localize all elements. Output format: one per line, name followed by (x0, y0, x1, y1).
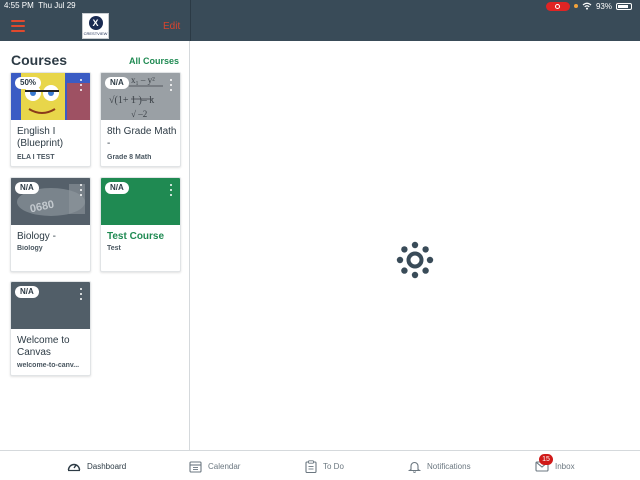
grade-badge: 50% (15, 77, 42, 89)
course-code: Grade 8 Math (107, 154, 152, 161)
todo-icon (305, 459, 317, 473)
svg-text:√(1+ 1 )– k: √(1+ 1 )– k (109, 95, 154, 106)
course-card[interactable]: N/A Test Course Test (100, 177, 181, 272)
tab-inbox-label: Inbox (555, 461, 575, 471)
grade-badge: N/A (105, 182, 129, 194)
tab-notifications-label: Notifications (427, 461, 471, 471)
tab-calendar[interactable]: Calendar (189, 458, 240, 474)
courses-pane: Courses All Courses 50% English I (Bluep… (0, 41, 190, 450)
course-color-block: N/A (101, 178, 180, 225)
card-options-icon[interactable] (168, 184, 174, 196)
lab-equipment-image: 0680 N/A (11, 178, 90, 225)
course-code: welcome-to-canv... (17, 362, 80, 369)
grade-badge: N/A (105, 77, 129, 89)
school-crest-icon: X (88, 16, 103, 30)
edit-button[interactable]: Edit (163, 21, 180, 32)
battery-percent: 93% (595, 1, 612, 11)
tab-todo-label: To Do (323, 461, 344, 471)
status-indicators: 93% (545, 1, 632, 11)
tab-calendar-label: Calendar (208, 461, 241, 471)
course-name: English I (Blueprint) (17, 126, 64, 149)
course-name: Test Course (107, 231, 165, 242)
course-code: Biology (17, 245, 43, 252)
all-courses-link[interactable]: All Courses (129, 56, 179, 66)
course-color-block: N/A (11, 282, 90, 329)
dashboard-icon (67, 463, 81, 472)
school-logo-text: CRESTVIEW (83, 31, 108, 36)
header-divider (190, 0, 191, 41)
canvas-loading-icon (396, 241, 434, 279)
math-formula-image: x₁ – y² √(1+ 1 )– k √ –2 N/A (101, 73, 180, 120)
course-card[interactable]: 0680 N/A Biology - Biology (10, 177, 91, 272)
status-date-value: Thu Jul 29 (38, 1, 76, 10)
privacy-dot-icon (573, 4, 578, 8)
inbox-unread-badge: 15 (539, 454, 553, 465)
screen-record-icon[interactable] (545, 1, 570, 11)
course-code: Test (107, 245, 121, 252)
svg-text:x₁ – y²: x₁ – y² (131, 75, 155, 85)
card-options-icon[interactable] (168, 79, 174, 91)
course-name: Biology - (17, 231, 56, 242)
detail-pane (191, 41, 640, 450)
tab-dashboard[interactable]: Dashboard (67, 458, 126, 474)
course-card[interactable]: N/A Welcome to Canvas welcome-to-canv... (10, 281, 91, 376)
cartoon-sponge-image: 50% (11, 73, 90, 120)
tab-inbox[interactable]: 15 Inbox (535, 454, 575, 474)
tab-bar: Dashboard Calendar To Do Notifications 1… (0, 450, 640, 480)
grade-badge: N/A (15, 182, 39, 194)
course-code: ELA I TEST (17, 154, 55, 161)
card-options-icon[interactable] (78, 288, 84, 300)
course-name: Welcome to Canvas (17, 335, 70, 358)
grade-badge: N/A (15, 286, 39, 298)
calendar-icon (189, 460, 202, 473)
school-logo: X CRESTVIEW (82, 13, 109, 39)
status-time: 4:55 PM Thu Jul 29 (4, 1, 76, 10)
tab-notifications[interactable]: Notifications (408, 458, 471, 474)
top-bar: 4:55 PM Thu Jul 29 93% X CRESTVIEW Edit (0, 0, 640, 41)
menu-button[interactable] (11, 20, 25, 32)
status-time-value: 4:55 PM (4, 1, 34, 10)
bell-icon (408, 461, 421, 473)
battery-icon (616, 2, 632, 10)
tab-todo[interactable]: To Do (305, 458, 344, 474)
wifi-icon (582, 2, 592, 10)
app-window: 4:55 PM Thu Jul 29 93% X CRESTVIEW Edit … (0, 0, 640, 480)
card-options-icon[interactable] (78, 184, 84, 196)
hamburger-icon (11, 20, 25, 22)
tab-dashboard-label: Dashboard (87, 461, 127, 471)
course-name: 8th Grade Math - (107, 126, 177, 149)
course-card[interactable]: x₁ – y² √(1+ 1 )– k √ –2 N/A 8th Grade M… (100, 72, 181, 167)
svg-text:√ –2: √ –2 (131, 109, 147, 119)
card-options-icon[interactable] (78, 79, 84, 91)
courses-title: Courses (11, 52, 68, 68)
course-card[interactable]: 50% English I (Blueprint) ELA I TEST (10, 72, 91, 167)
